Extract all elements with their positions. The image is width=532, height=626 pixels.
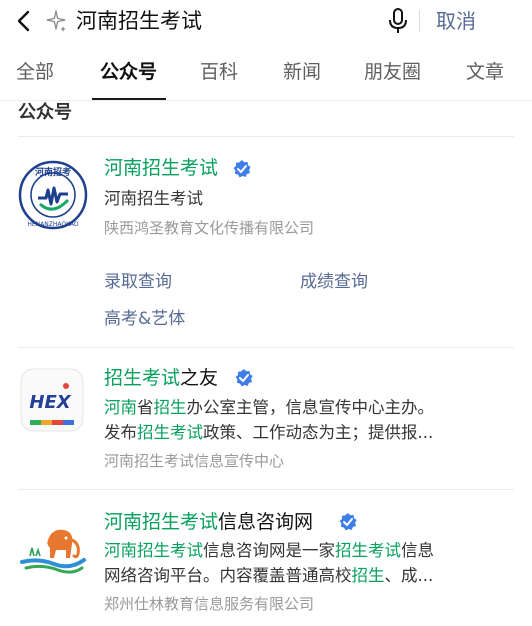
verified-icon (339, 513, 357, 531)
account-description-line: 发布招生考试政策、工作动态为主；提供报... (104, 423, 434, 442)
account-name[interactable]: 河南招生考试 (104, 154, 218, 182)
menu-admission-query[interactable]: 录取查询 (104, 269, 172, 295)
elephant-logo-icon (20, 529, 86, 574)
menu-score-query[interactable]: 成绩查询 (300, 269, 368, 295)
tab-articles[interactable]: 文章 (466, 58, 504, 86)
tab-all[interactable]: 全部 (16, 58, 54, 86)
section-divider (18, 136, 514, 137)
account-operator: 陕西鸿圣教育文化传播有限公司 (104, 219, 315, 237)
tab-official-accounts[interactable]: 公众号 (100, 58, 157, 86)
search-input[interactable]: 河南招生考试 (76, 6, 202, 36)
avatar-text: HEX (29, 392, 71, 413)
henan-zhaokao-logo-icon: 河南招考 HENANZHAOKAO (18, 160, 88, 230)
tab-encyclopedia[interactable]: 百科 (200, 58, 238, 86)
menu-gaokao-art[interactable]: 高考&艺体 (104, 306, 185, 332)
result-divider (18, 347, 514, 348)
verified-icon (235, 369, 253, 387)
search-separator (419, 10, 420, 32)
tab-moments[interactable]: 朋友圈 (364, 58, 421, 86)
cancel-button[interactable]: 取消 (436, 6, 476, 36)
avatar-text-ring: HENANZHAOKAO (27, 221, 79, 228)
account-name[interactable]: 河南招生考试信息咨询网 (104, 508, 313, 536)
hex-logo-icon: HEX (20, 368, 84, 432)
account-description-line: 河南省招生办公室主管，信息宣传中心主办。 (104, 398, 434, 417)
search-category-tabs: 全部 公众号 百科 新闻 朋友圈 文章 (0, 46, 532, 101)
ai-sparkle-icon[interactable] (44, 9, 68, 33)
back-chevron-icon[interactable] (12, 8, 38, 34)
account-description-line: 河南招生考试信息咨询网是一家招生考试信息 (104, 541, 434, 560)
account-operator: 郑州仕林教育信息服务有限公司 (104, 595, 315, 613)
search-bar: 河南招生考试 取消 (0, 0, 532, 46)
result-divider (18, 489, 514, 490)
avatar-text-top: 河南招考 (35, 166, 71, 178)
account-operator: 河南招生考试信息宣传中心 (104, 452, 285, 470)
account-description: 河南招生考试 (104, 189, 203, 208)
account-name[interactable]: 招生考试之友 (104, 364, 218, 392)
section-title: 公众号 (18, 102, 72, 123)
verified-icon (233, 160, 251, 178)
account-description-line: 网络咨询平台。内容覆盖普通高校招生、成... (104, 566, 434, 585)
microphone-icon[interactable] (387, 7, 409, 35)
tab-news[interactable]: 新闻 (283, 58, 321, 86)
active-tab-indicator (92, 98, 166, 100)
